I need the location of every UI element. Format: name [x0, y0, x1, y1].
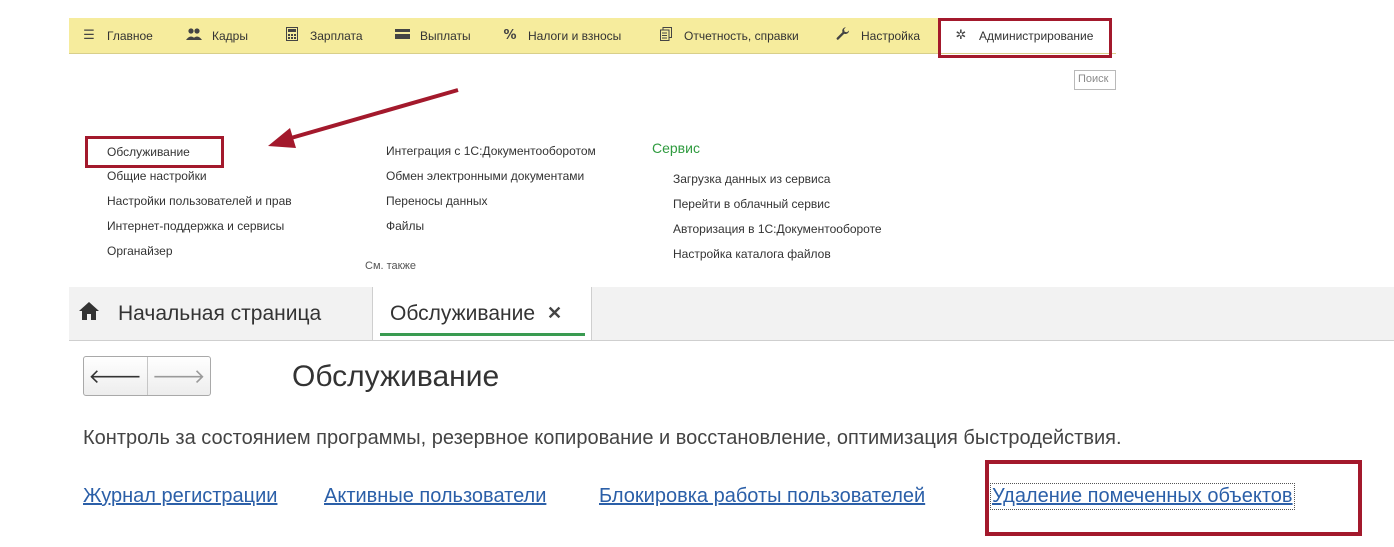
search-input[interactable]: Поиск: [1074, 70, 1116, 90]
active-tab-indicator: [380, 333, 585, 336]
link-files[interactable]: Файлы: [386, 219, 424, 233]
hamburger-menu-icon: ☰: [83, 28, 95, 43]
link-edi-exchange[interactable]: Обмен электронными документами: [386, 169, 584, 183]
link-docflow-auth[interactable]: Авторизация в 1С:Документообороте: [673, 222, 882, 236]
menu-item-label: Главное: [107, 28, 153, 43]
menu-item-label: Кадры: [212, 28, 248, 43]
menu-item-label: Отчетность, справки: [684, 28, 799, 43]
back-button[interactable]: 🡐: [84, 357, 148, 395]
menu-item-taxes[interactable]: % Налоги и взносы: [502, 18, 621, 53]
close-icon[interactable]: ✕: [547, 303, 562, 324]
link-block-users[interactable]: Блокировка работы пользователей: [599, 485, 925, 508]
history-navigation: 🡐 🡒: [83, 356, 211, 396]
wallet-icon: [394, 28, 410, 43]
home-icon: [78, 301, 100, 326]
pointer-arrow: [268, 88, 459, 148]
menu-item-label: Зарплата: [310, 28, 363, 43]
arrow-left-icon: 🡐: [88, 364, 143, 388]
maintenance-highlight-box: [85, 136, 224, 168]
wrench-icon: [835, 26, 851, 45]
page-description: Контроль за состоянием программы, резерв…: [83, 427, 1122, 449]
menu-item-label: Налоги и взносы: [528, 28, 622, 43]
menu-item-label: Настройка: [861, 28, 921, 43]
arrow-right-icon: 🡒: [151, 364, 206, 388]
link-event-log[interactable]: Журнал регистрации: [83, 485, 277, 508]
link-internet-support[interactable]: Интернет-поддержка и сервисы: [107, 219, 284, 233]
tab-maintenance-label: Обслуживание: [390, 301, 536, 325]
page-title: Обслуживание: [292, 360, 500, 393]
forward-button[interactable]: 🡒: [148, 357, 211, 395]
people-icon: [186, 27, 202, 45]
menu-item-payments[interactable]: Выплаты: [394, 18, 471, 53]
link-service-data-load[interactable]: Загрузка данных из сервиса: [673, 172, 830, 186]
tab-home[interactable]: Начальная страница: [69, 287, 371, 340]
delete-marked-highlight-box: [985, 460, 1362, 536]
tab-home-label: Начальная страница: [118, 301, 322, 325]
link-file-catalog-settings[interactable]: Настройка каталога файлов: [673, 247, 831, 261]
administration-highlight-box: [938, 18, 1112, 58]
documents-icon: [658, 26, 674, 45]
calculator-icon: [284, 26, 300, 45]
percent-icon: %: [503, 28, 517, 43]
link-general-settings[interactable]: Общие настройки: [107, 169, 207, 183]
service-group-title: Сервис: [652, 140, 700, 156]
link-data-transfer[interactable]: Переносы данных: [386, 194, 487, 208]
link-cloud-service[interactable]: Перейти в облачный сервис: [673, 197, 830, 211]
menu-item-settings[interactable]: Настройка: [835, 18, 920, 53]
menu-item-main[interactable]: ☰ Главное: [81, 18, 153, 53]
tab-bar: Начальная страница Обслуживание ✕: [69, 287, 1394, 341]
menu-item-reports[interactable]: Отчетность, справки: [658, 18, 799, 53]
menu-item-hr[interactable]: Кадры: [186, 18, 248, 53]
link-active-users[interactable]: Активные пользователи: [324, 485, 546, 508]
see-also-heading: См. также: [365, 260, 416, 269]
menu-item-label: Выплаты: [420, 28, 471, 43]
link-organizer[interactable]: Органайзер: [107, 244, 173, 258]
link-user-rights-settings[interactable]: Настройки пользователей и прав: [107, 194, 292, 208]
menu-item-salary[interactable]: Зарплата: [284, 18, 363, 53]
